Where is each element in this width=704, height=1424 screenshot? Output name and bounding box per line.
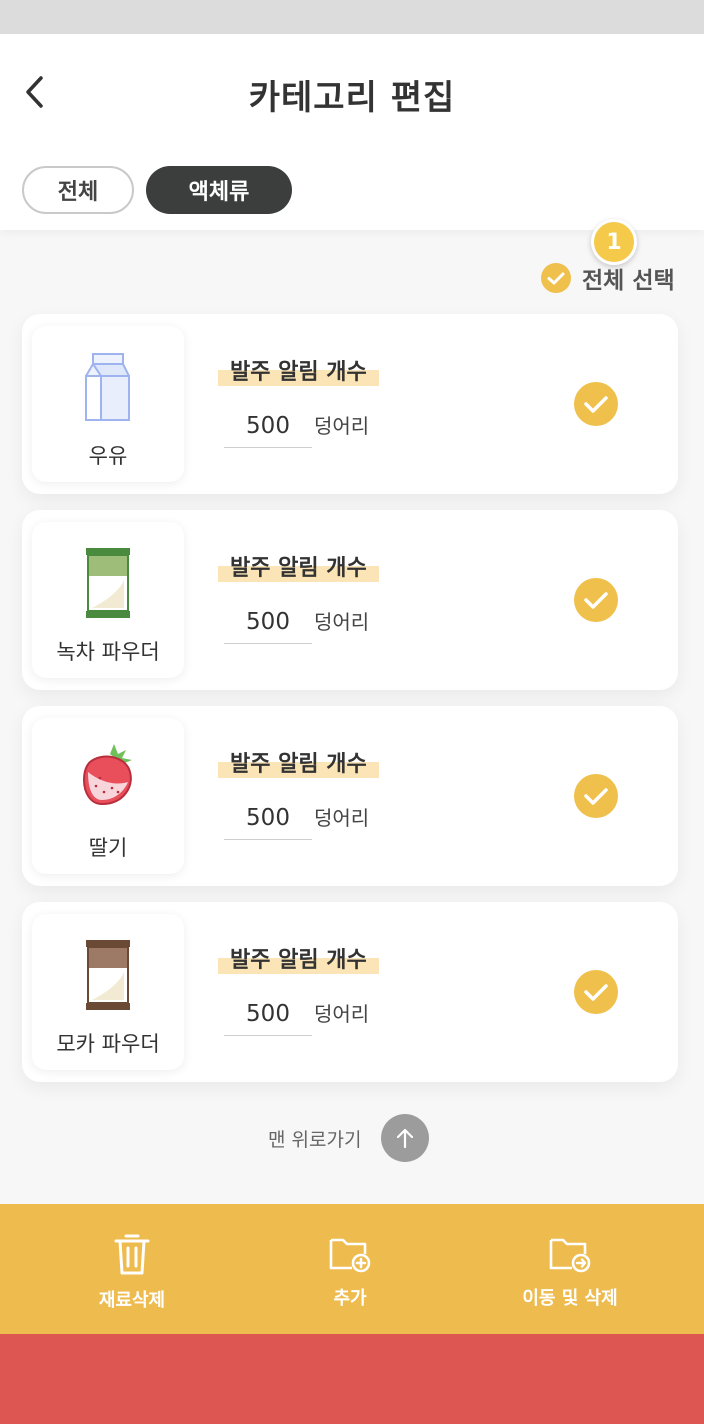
quantity-input[interactable]: 500 (224, 798, 312, 840)
order-alert-label: 발주 알림 개수 (218, 746, 379, 778)
arrow-up-icon (381, 1114, 430, 1162)
check-icon (584, 396, 608, 413)
add-button[interactable]: 추가 (250, 1204, 450, 1334)
ingredient-card: 녹차 파우더 발주 알림 개수 500 덩어리 (22, 510, 678, 690)
header: 카테고리 편집 전체 액체류 (0, 34, 704, 230)
quantity-input[interactable]: 500 (224, 406, 312, 448)
ingredient-card: 딸기 발주 알림 개수 500 덩어리 (22, 706, 678, 886)
item-checkbox[interactable] (574, 382, 618, 426)
select-all-toggle[interactable]: 전체 선택 (540, 260, 675, 296)
ingredient-thumbnail: 녹차 파우더 (32, 522, 184, 678)
ingredient-card: 모카 파우더 발주 알림 개수 500 덩어리 (22, 902, 678, 1082)
check-icon (584, 592, 608, 609)
ingredient-name: 모카 파우더 (56, 1032, 160, 1056)
strawberry-icon (82, 744, 132, 806)
ingredient-thumbnail: 모카 파우더 (32, 914, 184, 1070)
selection-count-badge: 1 (591, 219, 637, 265)
folder-add-icon (329, 1238, 371, 1273)
order-alert-label: 발주 알림 개수 (218, 550, 379, 582)
item-checkbox[interactable] (574, 578, 618, 622)
bottom-action-bar: 재료삭제 추가 이동 및 삭제 (0, 1204, 704, 1334)
check-icon (584, 984, 608, 1001)
item-checkbox[interactable] (574, 970, 618, 1014)
scroll-to-top-button[interactable]: 맨 위로가기 (268, 1114, 430, 1162)
ingredient-card: 우유 발주 알림 개수 500 덩어리 (22, 314, 678, 494)
add-label: 추가 (333, 1288, 367, 1309)
ingredient-thumbnail: 우유 (32, 326, 184, 482)
page-title: 카테고리 편집 (248, 78, 456, 118)
status-bar (0, 0, 704, 34)
filter-chip-all[interactable]: 전체 (22, 166, 134, 214)
check-icon (584, 788, 608, 805)
footer-red-area (0, 1334, 704, 1424)
ingredient-name: 우유 (88, 444, 128, 468)
quantity-unit: 덩어리 (314, 1002, 370, 1026)
scroll-to-top-label: 맨 위로가기 (268, 1128, 362, 1151)
filter-chip-liquid[interactable]: 액체류 (146, 166, 292, 214)
ingredient-name: 딸기 (88, 836, 128, 860)
folder-move-icon (549, 1238, 591, 1273)
order-alert-label: 발주 알림 개수 (218, 354, 379, 386)
move-and-delete-label: 이동 및 삭제 (522, 1288, 618, 1309)
delete-ingredient-label: 재료삭제 (98, 1290, 166, 1311)
quantity-input[interactable]: 500 (224, 994, 312, 1036)
trash-icon (114, 1234, 150, 1275)
order-alert-label: 발주 알림 개수 (218, 942, 379, 974)
quantity-unit: 덩어리 (314, 414, 370, 438)
delete-ingredient-button[interactable]: 재료삭제 (32, 1204, 232, 1334)
quantity-input[interactable]: 500 (224, 602, 312, 644)
move-and-delete-button[interactable]: 이동 및 삭제 (470, 1204, 670, 1334)
check-circle-icon (541, 263, 571, 293)
quantity-unit: 덩어리 (314, 610, 370, 634)
quantity-unit: 덩어리 (314, 806, 370, 830)
ingredient-thumbnail: 딸기 (32, 718, 184, 874)
milk-carton-icon (85, 353, 130, 421)
green-tea-powder-bag-icon (86, 548, 130, 618)
item-checkbox[interactable] (574, 774, 618, 818)
mocha-powder-bag-icon (86, 940, 130, 1010)
ingredient-name: 녹차 파우더 (56, 640, 160, 664)
select-all-label: 전체 선택 (582, 268, 675, 294)
